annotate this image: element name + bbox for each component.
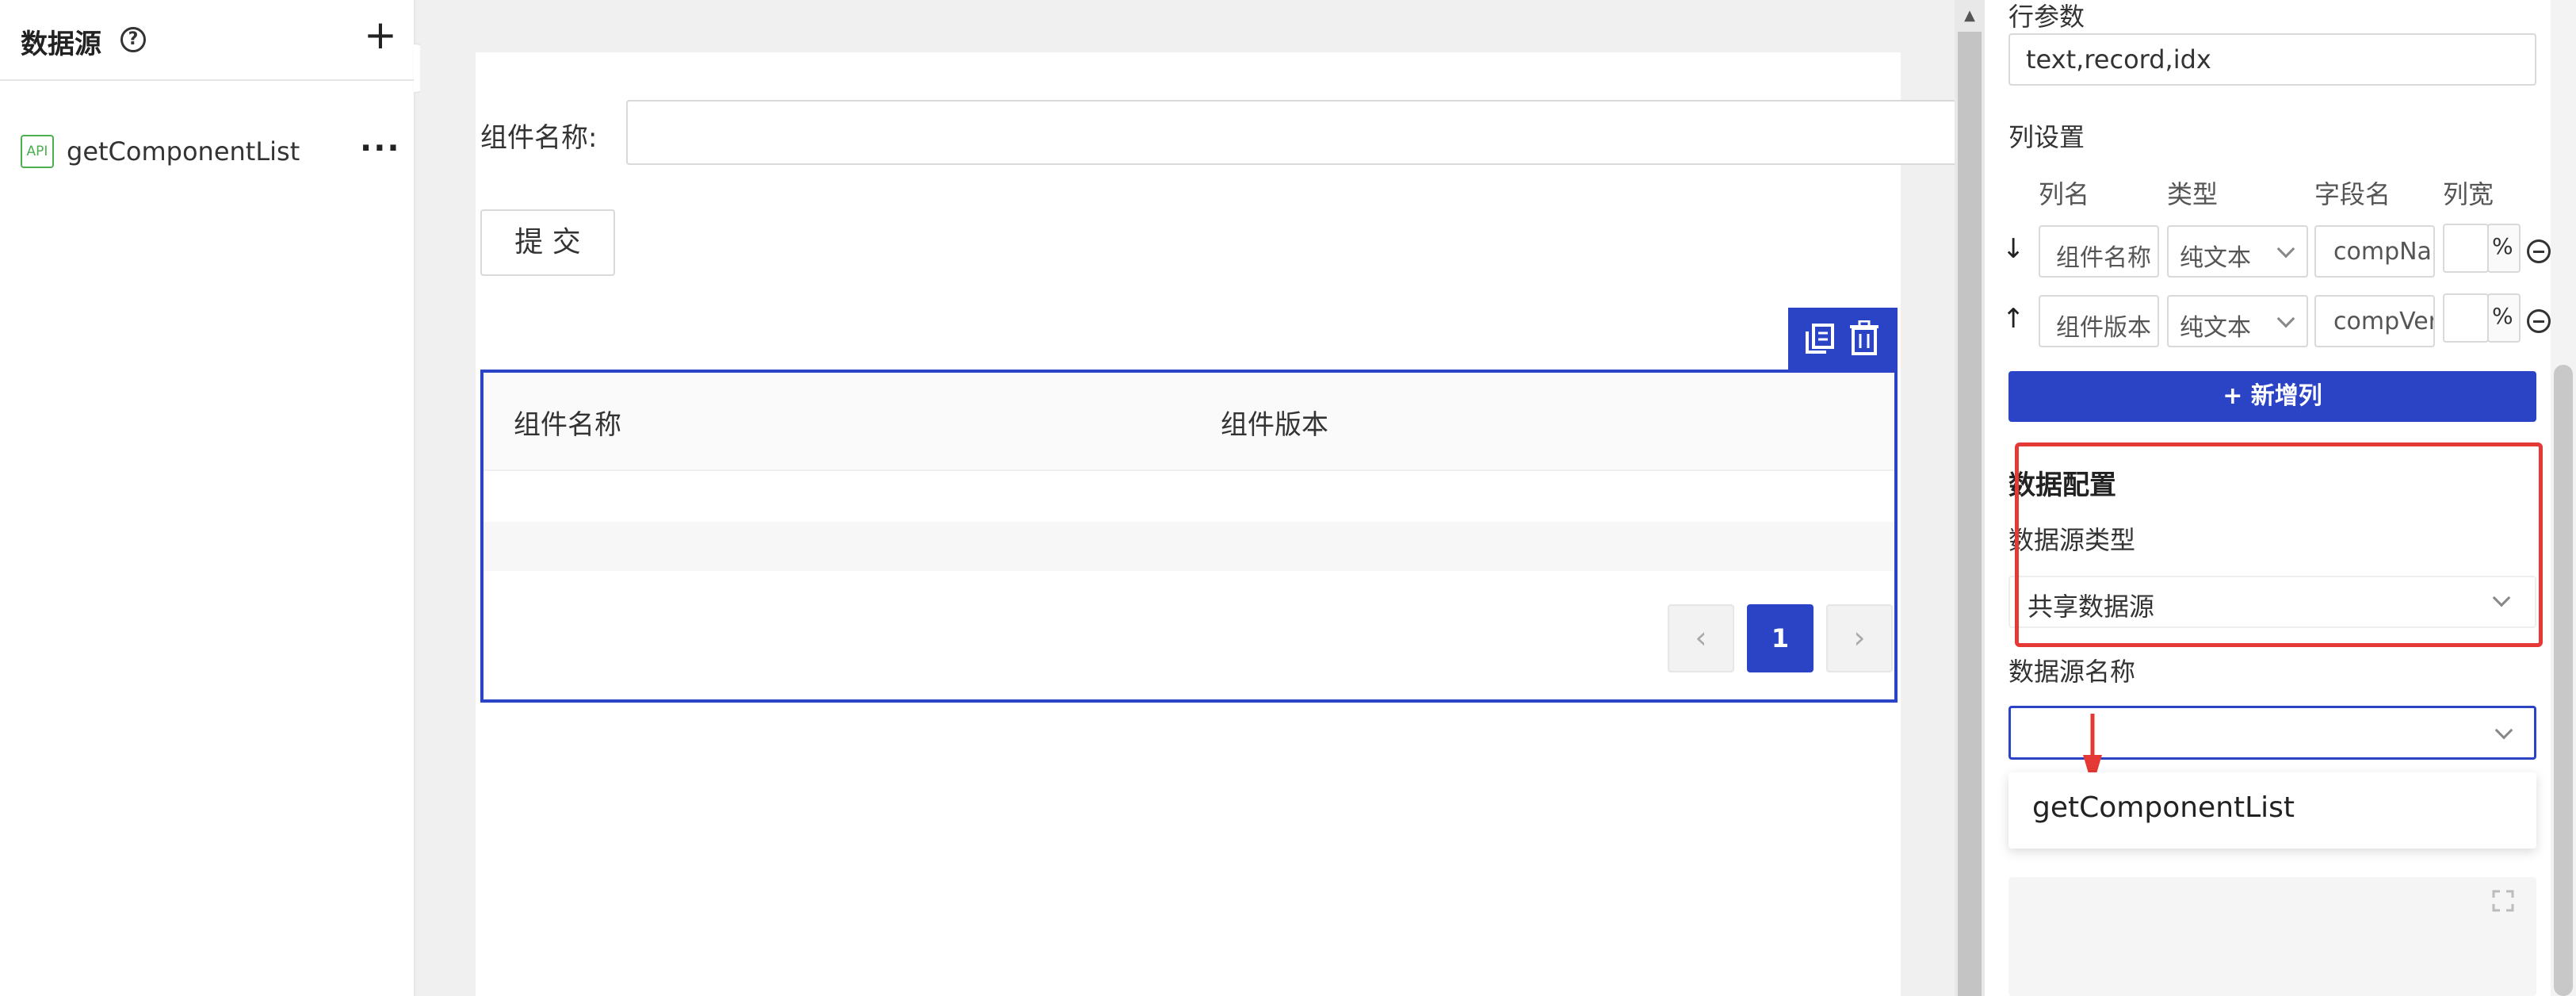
column-name-input[interactable]: 组件名称 (2039, 225, 2159, 278)
column-width-unit: % (2487, 224, 2521, 273)
chevron-down-icon (2276, 309, 2295, 328)
column-header-width: 列宽 (2443, 179, 2494, 209)
column-header-name: 列名 (2039, 179, 2090, 209)
code-editor-area[interactable] (2008, 877, 2536, 996)
datasource-name-label: 数据源名称 (2008, 657, 2136, 687)
column-width-input[interactable] (2443, 224, 2489, 273)
column-settings-label: 列设置 (2008, 122, 2085, 152)
row-params-label: 行参数 (2008, 2, 2085, 32)
datasource-item[interactable]: API getComponentList ··· (0, 127, 415, 179)
table-row (483, 522, 1894, 571)
column-width-input[interactable] (2443, 293, 2489, 343)
app-root: 数据源 ? + API getComponentList ··· ◂ 组件名称:… (0, 0, 2576, 996)
canvas-scroll-thumb[interactable] (1958, 32, 1982, 996)
design-canvas: 组件名称: 提 交 组件名称 组件版本 ‹ 1 › (476, 52, 2045, 996)
panel-scroll-thumb[interactable] (2554, 365, 2573, 996)
pagination-page-button[interactable]: 1 (1747, 604, 1814, 672)
sidebar-title: 数据源 (21, 29, 101, 60)
column-field-input[interactable]: compName (2314, 225, 2435, 278)
chevron-down-icon (2494, 721, 2513, 740)
remove-column-icon[interactable] (2527, 309, 2551, 333)
canvas-area: 组件名称: 提 交 组件名称 组件版本 ‹ 1 › (420, 0, 2045, 996)
copy-icon[interactable] (1804, 322, 1836, 355)
table-column-header: 组件版本 (1221, 409, 1328, 441)
add-datasource-icon[interactable]: + (361, 15, 399, 56)
table-header: 组件名称 组件版本 (483, 373, 1894, 471)
pagination-prev-button[interactable]: ‹ (1668, 604, 1734, 672)
column-header-type: 类型 (2167, 179, 2219, 209)
column-width-unit: % (2487, 293, 2521, 343)
expand-icon[interactable] (2492, 890, 2514, 912)
datasource-item-label: getComponentList (67, 136, 300, 167)
datasource-dropdown: getComponentList (2008, 772, 2536, 849)
pagination-next-button[interactable]: › (1826, 604, 1893, 672)
move-down-icon[interactable]: ↓ (2002, 233, 2025, 265)
component-toolbar (1788, 308, 1898, 370)
remove-column-icon[interactable] (2527, 239, 2551, 263)
annotation-highlight-box (2015, 442, 2543, 647)
column-field-input[interactable]: compVersion (2314, 295, 2435, 347)
chevron-down-icon (2276, 239, 2295, 259)
move-up-icon[interactable]: ↑ (2002, 303, 2025, 335)
component-name-input[interactable] (626, 100, 2045, 165)
data-table[interactable]: 组件名称 组件版本 ‹ 1 › (480, 370, 1898, 703)
form-field-label: 组件名称: (480, 122, 598, 154)
column-type-value: 纯文本 (2180, 244, 2251, 272)
column-header-field: 字段名 (2314, 179, 2391, 209)
submit-button[interactable]: 提 交 (480, 209, 615, 276)
help-icon[interactable]: ? (120, 27, 146, 52)
scroll-up-icon[interactable]: ▲ (1955, 0, 1985, 32)
column-type-select[interactable]: 纯文本 (2167, 295, 2308, 347)
api-icon: API (21, 135, 54, 168)
column-name-input[interactable]: 组件版本 (2039, 295, 2159, 347)
delete-icon[interactable] (1848, 320, 1880, 355)
row-params-input[interactable]: text,record,idx (2008, 33, 2536, 86)
more-options-icon[interactable]: ··· (360, 130, 401, 167)
column-type-select[interactable]: 纯文本 (2167, 225, 2308, 278)
dropdown-option[interactable]: getComponentList (2032, 791, 2295, 824)
add-column-button[interactable]: + 新增列 (2008, 371, 2536, 422)
datasource-sidebar: 数据源 ? + API getComponentList ··· (0, 0, 415, 996)
table-column-header: 组件名称 (514, 409, 621, 441)
sidebar-header: 数据源 ? + (0, 0, 415, 81)
column-type-value: 纯文本 (2180, 314, 2251, 342)
